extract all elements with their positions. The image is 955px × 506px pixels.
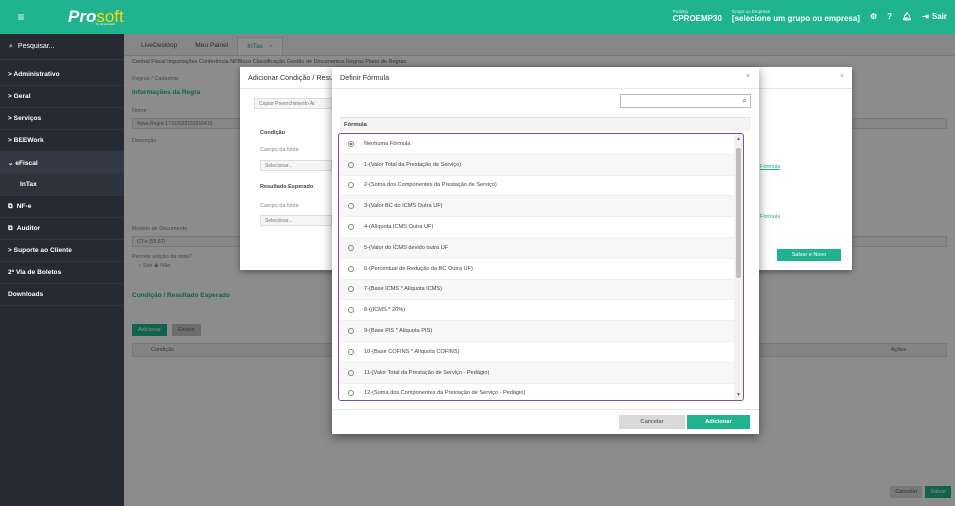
note-field-label: Campo da Nota — [260, 147, 299, 153]
radio[interactable] — [348, 307, 354, 314]
gear-icon[interactable]: ⚙ — [870, 12, 877, 21]
radio[interactable] — [348, 203, 354, 210]
sidebar-item-downloads[interactable]: Downloads — [0, 284, 124, 306]
scroll-down-icon[interactable]: ▼ — [736, 392, 741, 398]
radio[interactable] — [348, 265, 354, 272]
sidebar: ⌕ Pesquisar... > Administrativo > Geral … — [0, 34, 124, 506]
radio[interactable] — [348, 369, 354, 376]
formula-list[interactable]: Nenhuma Fórmula 1-(Valor Total da Presta… — [338, 133, 744, 401]
sidebar-item-efiscal[interactable]: ⌄ eFiscal — [0, 152, 124, 174]
formula-option[interactable]: 11-(Valor Total da Prestação de Serviço … — [339, 362, 743, 384]
top-bar: ≡ Prosoft by elcometech Prolimp CPROEMP3… — [0, 0, 955, 34]
radio[interactable] — [348, 224, 354, 231]
bell-icon[interactable]: 🔔︎ — [902, 12, 912, 21]
add-button[interactable]: Adicionar — [687, 415, 750, 429]
logout-icon: ⇥ — [922, 12, 929, 22]
scroll-up-icon[interactable]: ▲ — [736, 136, 741, 142]
formula-option[interactable]: 2-(Soma dos Componentes da Prestação de … — [339, 176, 743, 197]
formula-link[interactable]: Fórmula — [760, 164, 780, 170]
save-and-new-button[interactable]: Salvar e Novo — [777, 249, 841, 261]
radio[interactable] — [348, 348, 354, 355]
formula-search-input[interactable]: ⌕ — [620, 94, 751, 108]
search-icon: ⌕ — [742, 96, 747, 105]
radio[interactable] — [348, 161, 354, 168]
sidebar-item-nfe[interactable]: ⧉ NF-e — [0, 196, 124, 218]
external-link-icon: ⧉ — [8, 224, 13, 232]
formula-option[interactable]: 5-(Valor do ICMS devido outra UF — [339, 237, 743, 259]
scroll-thumb[interactable] — [736, 148, 741, 278]
note-field-label-2: Campo da Nota — [260, 203, 299, 209]
close-icon[interactable]: × — [746, 73, 750, 80]
define-formula-modal: Definir Fórmula × ⌕ Fórmula Nenhuma Fórm… — [332, 67, 759, 434]
sidebar-item-suporte[interactable]: > Suporte ao Cliente — [0, 240, 124, 262]
search-icon: ⌕ — [9, 42, 13, 50]
note-field-select[interactable]: Selecionar... — [260, 160, 332, 171]
group-selector[interactable]: Grupo ou Empresa [selecione um grupo ou … — [732, 10, 860, 23]
condition-label: Condição — [260, 130, 286, 136]
copy-fill-button[interactable]: Copiar Preenchimento Ar — [254, 98, 334, 109]
radio[interactable] — [348, 182, 354, 189]
external-link-icon: ⧉ — [8, 202, 13, 210]
expected-result-label: Resultado Esperado — [260, 184, 314, 190]
formula-column-header: Fórmula — [340, 117, 751, 131]
formula-link-2[interactable]: Fórmula — [760, 214, 780, 220]
help-icon[interactable]: ? — [887, 12, 892, 21]
logo-subtitle: by elcometech — [96, 22, 116, 26]
logout-button[interactable]: ⇥ Sair — [922, 12, 947, 21]
radio-selected[interactable] — [348, 140, 354, 147]
radio[interactable] — [348, 328, 354, 335]
formula-option[interactable]: 1-(Valor Total da Prestação de Serviço) — [339, 154, 743, 176]
radio[interactable] — [348, 244, 354, 251]
sidebar-search[interactable]: ⌕ Pesquisar... — [0, 34, 124, 60]
sidebar-item-beework[interactable]: > BEEWork — [0, 130, 124, 152]
formula-option[interactable]: 9-(Base PIS * Alíquota PIS) — [339, 321, 743, 342]
close-icon[interactable]: × — [840, 73, 844, 80]
formula-option[interactable]: Nenhuma Fórmula — [339, 134, 743, 155]
formula-option[interactable]: 6-(Percentual de Redução da BC Outra UF) — [339, 259, 743, 280]
sidebar-item-intax[interactable]: InTax — [0, 174, 124, 196]
note-field-select-2[interactable]: Selecionar... — [260, 215, 332, 226]
formula-option[interactable]: 10-(Base COFINS * Alíquota COFINS) — [339, 342, 743, 363]
cancel-button[interactable]: Cancelar — [619, 415, 685, 429]
list-scrollbar[interactable]: ▲ ▼ — [734, 134, 743, 400]
modal-title: Definir Fórmula — [332, 67, 759, 89]
sidebar-item-geral[interactable]: > Geral — [0, 86, 124, 108]
formula-option[interactable]: 12-(Soma dos Componentes da Prestação de… — [339, 384, 743, 400]
sidebar-item-administrativo[interactable]: > Administrativo — [0, 64, 124, 86]
formula-option[interactable]: 3-(Valor BC do ICMS Outra UF) — [339, 196, 743, 218]
radio[interactable] — [348, 286, 354, 293]
sidebar-item-boletos[interactable]: 2ª Via de Boletos — [0, 262, 124, 284]
formula-option[interactable]: 7-(Base ICMS * Alíquota ICMS) — [339, 279, 743, 301]
sidebar-item-servicos[interactable]: > Serviços — [0, 108, 124, 130]
modal-footer: Cancelar Adicionar — [332, 409, 759, 434]
formula-option[interactable]: 8-((ICMS * 20%) — [339, 300, 743, 322]
prolimp-info[interactable]: Prolimp CPROEMP30 — [673, 10, 722, 23]
radio[interactable] — [348, 390, 354, 397]
sidebar-item-auditor[interactable]: ⧉ Auditor — [0, 218, 124, 240]
formula-option[interactable]: 4-(Alíquota ICMS Outra UF) — [339, 217, 743, 238]
menu-icon[interactable]: ≡ — [10, 10, 32, 24]
